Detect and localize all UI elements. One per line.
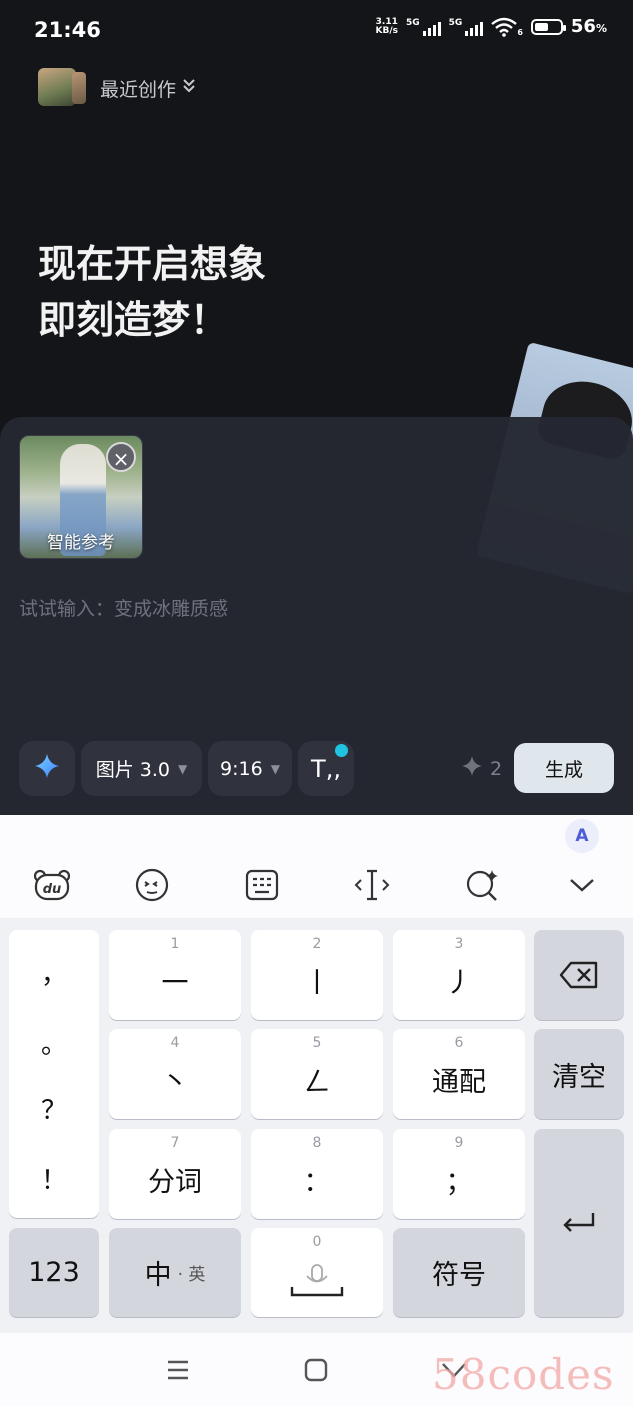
- emoji-icon[interactable]: [132, 865, 172, 905]
- keyboard-layout-icon[interactable]: [242, 865, 282, 905]
- clear-key[interactable]: 清空: [534, 1029, 624, 1119]
- generate-button[interactable]: 生成: [514, 743, 614, 793]
- language-switch-key[interactable]: 中 · 英: [109, 1228, 241, 1317]
- signal-2-icon: 5G: [449, 18, 484, 36]
- punct-period[interactable]: 。: [9, 1024, 99, 1061]
- headline: 现在开启想象 即刻造梦！: [38, 236, 266, 348]
- status-time: 21:46: [34, 18, 101, 42]
- ai-assistant-icon[interactable]: A: [565, 819, 599, 853]
- reference-label: 智能参考: [47, 533, 115, 553]
- space-key[interactable]: 0: [251, 1228, 383, 1317]
- recent-label: 最近创作: [100, 78, 177, 101]
- key-6-wildcard[interactable]: 6 通配: [393, 1029, 525, 1119]
- text-style-icon: T,,: [311, 754, 341, 783]
- sparkle-button[interactable]: [19, 741, 75, 796]
- network-speed: 3.11 KB/s: [375, 17, 399, 36]
- backspace-icon: [559, 961, 598, 989]
- signal-1-label: 5G: [406, 17, 420, 28]
- remove-reference-close-icon[interactable]: ×: [106, 442, 136, 472]
- double-chevron-down-icon: [182, 78, 196, 98]
- symbols-key[interactable]: 符号: [393, 1228, 525, 1317]
- bear-logo-icon[interactable]: du: [32, 865, 72, 905]
- watermark: 58codes: [432, 1350, 615, 1399]
- signal-2-label: 5G: [448, 17, 463, 28]
- model-select[interactable]: 图片 3.0 ▼: [81, 741, 202, 796]
- signal-1-icon: 5G: [406, 18, 441, 36]
- recent-creations-button[interactable]: 最近创作: [38, 68, 196, 108]
- home-icon[interactable]: [298, 1352, 334, 1388]
- new-indicator-dot: [335, 744, 348, 757]
- ai-search-icon[interactable]: [462, 865, 502, 905]
- credits-count: 2: [490, 757, 503, 780]
- menu-icon[interactable]: [160, 1352, 196, 1388]
- punctuation-column[interactable]: ， 。 ？ ！: [9, 930, 99, 1218]
- enter-key[interactable]: [534, 1129, 624, 1317]
- caret-down-icon: ▼: [178, 761, 188, 776]
- headline-line-1: 现在开启想象: [38, 242, 267, 286]
- wifi-badge: 6: [517, 27, 523, 37]
- wifi-icon: 6: [491, 17, 523, 37]
- aspect-ratio-select[interactable]: 9:16 ▼: [208, 741, 292, 796]
- caret-down-icon: ▼: [270, 761, 280, 776]
- prompt-input[interactable]: 试试输入：变成冰雕质感: [19, 594, 228, 621]
- ratio-label: 9:16: [220, 757, 263, 780]
- enter-icon: [563, 1213, 595, 1232]
- svg-text:du: du: [43, 882, 62, 897]
- battery-percent: 56%: [570, 16, 607, 37]
- key-9[interactable]: 9；: [393, 1129, 525, 1219]
- key-8[interactable]: 8：: [251, 1129, 383, 1219]
- status-icons: 3.11 KB/s 5G 5G 6 56%: [376, 16, 607, 37]
- keyboard-toolbar: [0, 815, 633, 918]
- credits-cost: 2: [462, 756, 502, 781]
- key-1[interactable]: 1一: [109, 930, 241, 1020]
- key-5[interactable]: 5ㄥ: [251, 1029, 383, 1119]
- punct-comma[interactable]: ，: [9, 954, 99, 991]
- punct-question[interactable]: ？: [9, 1090, 99, 1127]
- key-4[interactable]: 4丶: [109, 1029, 241, 1119]
- key-7-segment[interactable]: 7 分词: [109, 1129, 241, 1219]
- collapse-keyboard-chevron-down-icon[interactable]: [562, 865, 602, 905]
- key-3[interactable]: 3丿: [393, 930, 525, 1020]
- headline-line-2: 即刻造梦！: [38, 298, 229, 342]
- model-label: 图片 3.0: [95, 759, 171, 781]
- recent-thumbnails: [38, 68, 90, 108]
- numbers-key[interactable]: 123: [9, 1228, 99, 1317]
- battery-icon: [530, 18, 566, 35]
- backspace-key[interactable]: [534, 930, 624, 1020]
- star-icon: [462, 756, 482, 781]
- punct-exclaim[interactable]: ！: [9, 1160, 99, 1197]
- key-2[interactable]: 2丨: [251, 930, 383, 1020]
- cursor-move-icon[interactable]: [352, 865, 392, 905]
- microphone-icon: [290, 1263, 344, 1296]
- sparkle-icon: [34, 753, 60, 784]
- network-speed-unit: KB/s: [375, 25, 399, 36]
